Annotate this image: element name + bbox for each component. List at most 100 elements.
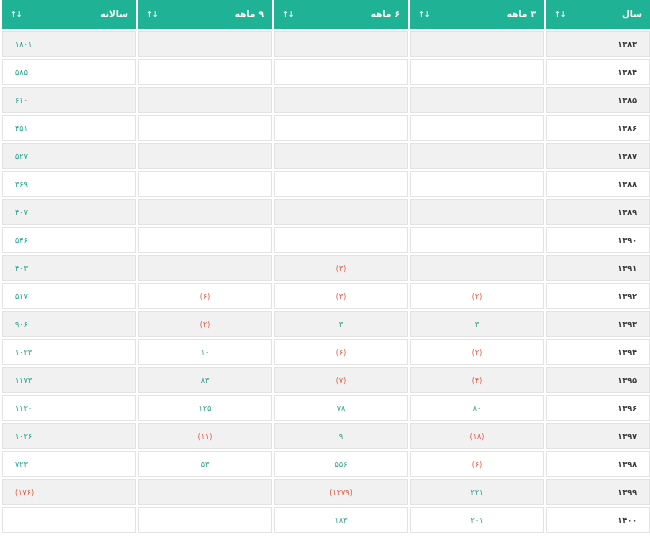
financial-table: سال ↓↑ ۳ ماهه ↓↑ ۶ ماهه ↓↑ ۹ ماهه ↓↑ سال… [0,0,650,535]
table-row: ۱۳۹۷ (۱۸) ۹ (۱۱) ۱۰۲۶ [2,423,650,449]
year-cell: ۱۳۸۵ [546,87,650,113]
value-cell-annual: ۷۲۳ [2,451,136,477]
column-header-9-month[interactable]: ۹ ماهه ↓↑ [138,0,272,29]
year-cell: ۱۳۹۲ [546,283,650,309]
value-cell-q3: (۶) [410,451,544,477]
value-cell-annual: ۴۰۳ [2,255,136,281]
value-cell-annual: ۵۸۵ [2,59,136,85]
table-row: ۱۳۹۲ (۲) (۳) (۶) ۵۱۷ [2,283,650,309]
value-cell-q6: (۳) [274,283,408,309]
sort-icon[interactable]: ↓↑ [418,10,430,19]
value-cell-q9: ۵۳ [138,451,272,477]
sort-icon[interactable]: ↓↑ [146,10,158,19]
value-cell-q9 [138,87,272,113]
value-cell-q6: ۳ [274,311,408,337]
value-cell-q6: (۱۲۷۹) [274,479,408,505]
value-cell-q9 [138,479,272,505]
year-cell: ۱۳۸۷ [546,143,650,169]
table-row: ۱۳۹۳ ۳ ۳ (۲) ۹۰۶ [2,311,650,337]
table-row: ۱۳۸۹ ۴۰۷ [2,199,650,225]
value-cell-q3: ۲۰۱ [410,507,544,533]
value-cell-q9: (۶) [138,283,272,309]
value-cell-q9 [138,143,272,169]
value-cell-q9 [138,227,272,253]
table-row: ۱۳۹۰ ۵۴۶ [2,227,650,253]
value-cell-q3: (۱۸) [410,423,544,449]
table-row: ۱۳۸۷ ۵۲۷ [2,143,650,169]
value-cell-q9 [138,31,272,57]
header-row: سال ↓↑ ۳ ماهه ↓↑ ۶ ماهه ↓↑ ۹ ماهه ↓↑ سال… [2,0,650,29]
value-cell-q6 [274,227,408,253]
sort-icon[interactable]: ↓↑ [10,10,22,19]
value-cell-q6 [274,59,408,85]
value-cell-q6: ۱۸۳ [274,507,408,533]
sort-icon[interactable]: ↓↑ [554,10,566,19]
year-cell: ۱۳۸۴ [546,59,650,85]
column-header-label: سالانه [100,9,128,20]
table-row: ۱۳۹۸ (۶) ۵۵۶ ۵۳ ۷۲۳ [2,451,650,477]
year-cell: ۱۳۸۹ [546,199,650,225]
value-cell-q3: ۳ [410,311,544,337]
table-row: ۱۳۸۴ ۵۸۵ [2,59,650,85]
value-cell-q6: ۷۸ [274,395,408,421]
value-cell-q3 [410,199,544,225]
year-cell: ۱۳۹۱ [546,255,650,281]
value-cell-q6: (۷) [274,367,408,393]
value-cell-q3: ۲۲۱ [410,479,544,505]
table-row: ۱۳۹۶ ۸۰ ۷۸ ۱۲۵ ۱۱۲۰ [2,395,650,421]
year-cell: ۱۳۸۸ [546,171,650,197]
value-cell-q6 [274,199,408,225]
value-cell-q3: (۴) [410,367,544,393]
value-cell-annual: ۵۱۷ [2,283,136,309]
table-row: ۱۳۸۳ ۱۸۰۱ [2,31,650,57]
value-cell-annual: ۱۸۰۱ [2,31,136,57]
year-cell: ۱۳۹۰ [546,227,650,253]
value-cell-annual: ۱۰۲۶ [2,423,136,449]
value-cell-annual: ۴۰۷ [2,199,136,225]
value-cell-q3: (۲) [410,339,544,365]
value-cell-q6: (۳) [274,255,408,281]
table-row: ۱۳۹۴ (۲) (۶) ۱۰ ۱۰۲۳ [2,339,650,365]
table-row: ۱۳۸۵ ۶۱۰ [2,87,650,113]
value-cell-q3 [410,59,544,85]
value-cell-annual: ۱۱۲۰ [2,395,136,421]
value-cell-q6 [274,115,408,141]
year-cell: ۱۳۹۶ [546,395,650,421]
year-cell: ۱۳۹۳ [546,311,650,337]
table-row: ۱۳۹۱ (۳) ۴۰۳ [2,255,650,281]
table-row: ۱۳۸۸ ۳۶۹ [2,171,650,197]
value-cell-q3 [410,227,544,253]
value-cell-q6 [274,31,408,57]
table-row: ۱۴۰۰ ۲۰۱ ۱۸۳ [2,507,650,533]
column-header-label: ۹ ماهه [234,9,264,20]
year-cell: ۱۳۹۵ [546,367,650,393]
value-cell-q3 [410,31,544,57]
column-header-6-month[interactable]: ۶ ماهه ↓↑ [274,0,408,29]
value-cell-q3: ۸۰ [410,395,544,421]
value-cell-q6: ۵۵۶ [274,451,408,477]
year-cell: ۱۳۸۶ [546,115,650,141]
sort-icon[interactable]: ↓↑ [282,10,294,19]
value-cell-annual: ۵۴۶ [2,227,136,253]
table-row: ۱۳۸۶ ۴۵۱ [2,115,650,141]
value-cell-q6 [274,171,408,197]
table-body: ۱۳۸۳ ۱۸۰۱ ۱۳۸۴ ۵۸۵ ۱۳۸۵ ۶۱۰ ۱۳۸۶ ۴۵۱ ۱۳۸۷ ۵۲۷ ۱۳۸۸… [2,31,650,533]
value-cell-q3 [410,143,544,169]
value-cell-annual: (۱۷۶) [2,479,136,505]
column-header-label: ۶ ماهه [370,9,400,20]
value-cell-q9: (۱۱) [138,423,272,449]
value-cell-annual: ۵۲۷ [2,143,136,169]
column-header-annual[interactable]: سالانه ↓↑ [2,0,136,29]
value-cell-annual: ۳۶۹ [2,171,136,197]
value-cell-q3 [410,87,544,113]
value-cell-q9 [138,171,272,197]
value-cell-q3 [410,115,544,141]
column-header-3-month[interactable]: ۳ ماهه ↓↑ [410,0,544,29]
column-header-year[interactable]: سال ↓↑ [546,0,650,29]
table-row: ۱۳۹۹ ۲۲۱ (۱۲۷۹) (۱۷۶) [2,479,650,505]
value-cell-q9 [138,199,272,225]
year-cell: ۱۳۹۸ [546,451,650,477]
value-cell-q6 [274,143,408,169]
year-cell: ۱۳۹۹ [546,479,650,505]
value-cell-q9 [138,59,272,85]
